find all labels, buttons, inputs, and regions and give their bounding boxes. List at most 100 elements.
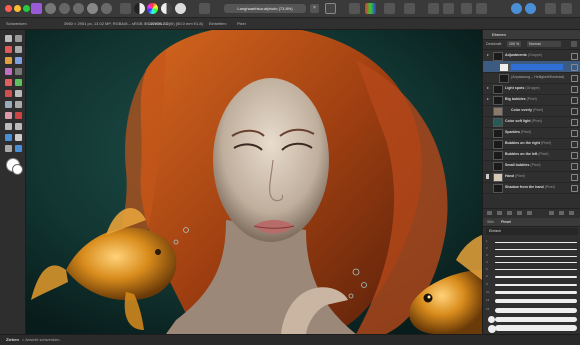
zoom-icon[interactable]	[511, 3, 522, 14]
brushes-tab[interactable]: Pinsel	[501, 218, 511, 226]
layer-settings-icon[interactable]	[571, 41, 577, 47]
arrange-icon[interactable]	[428, 3, 439, 14]
selection-brush-tool-icon[interactable]	[15, 57, 22, 64]
fill-tool-icon[interactable]	[15, 79, 22, 86]
boolean-ops-icon[interactable]	[476, 3, 487, 14]
shape-tool-icon[interactable]	[5, 134, 12, 141]
minimize-window-button[interactable]	[14, 5, 21, 12]
brush-preset[interactable]: 2	[483, 246, 580, 252]
layer-visibility-checkbox[interactable]	[571, 64, 578, 71]
layer-visibility-checkbox[interactable]	[571, 119, 578, 126]
clone-tool-icon[interactable]	[5, 101, 12, 108]
units-select[interactable]: Pixel	[237, 18, 246, 29]
layer-row[interactable]: Shadow from the hand (Pixel)	[483, 182, 580, 194]
levels-adjust-icon[interactable]	[134, 3, 145, 14]
dodge-tool-icon[interactable]	[15, 90, 22, 97]
view-tool-icon[interactable]	[15, 35, 22, 42]
brush-category-select[interactable]: Einfach	[486, 228, 578, 235]
erase-tool-icon[interactable]	[5, 79, 12, 86]
opacity-field[interactable]: 100 %	[507, 41, 522, 47]
document-title-tab[interactable]: Langhaarfrisur.afphoto (73.8%)	[224, 4, 306, 13]
layer-delete-icon[interactable]	[569, 211, 574, 215]
brush-preset[interactable]: 16	[483, 307, 580, 315]
flood-select-tool-icon[interactable]	[5, 68, 12, 75]
hand-tool-icon[interactable]	[15, 145, 22, 152]
layer-visibility-checkbox[interactable]	[571, 130, 578, 137]
move-tool-icon[interactable]	[5, 35, 12, 42]
layer-visibility-checkbox[interactable]	[571, 108, 578, 115]
align-icon[interactable]	[384, 3, 395, 14]
persona-develop-icon[interactable]	[73, 3, 84, 14]
color-picker-tool-icon[interactable]	[5, 46, 12, 53]
close-window-button[interactable]	[5, 5, 12, 12]
rgb-channels-icon[interactable]	[365, 3, 376, 14]
quick-mask-icon[interactable]	[325, 3, 336, 14]
brush-preset[interactable]	[483, 325, 580, 333]
red-eye-tool-icon[interactable]	[15, 112, 22, 119]
snapping-icon[interactable]	[461, 3, 472, 14]
layer-fx-icon[interactable]	[497, 211, 502, 215]
layer-visibility-checkbox[interactable]	[571, 53, 578, 60]
layer-new-icon[interactable]	[559, 211, 564, 215]
auto-white-balance-icon[interactable]	[175, 3, 186, 14]
layer-visibility-checkbox[interactable]	[571, 75, 578, 82]
disclosure-triangle-icon[interactable]	[487, 54, 489, 56]
layer-adjust-icon[interactable]	[517, 211, 522, 215]
document-tab-icon[interactable]	[199, 3, 210, 14]
inpainting-tool-icon[interactable]	[5, 112, 12, 119]
zoom-window-button[interactable]	[23, 5, 30, 12]
layer-visibility-checkbox[interactable]	[571, 185, 578, 192]
selection-mode-icon[interactable]	[349, 3, 360, 14]
brush-preset[interactable]: 4	[483, 260, 580, 266]
gradient-tool-icon[interactable]	[5, 90, 12, 97]
layer-group-icon[interactable]	[549, 211, 554, 215]
blend-mode-select[interactable]: Normal	[527, 41, 561, 47]
disclosure-triangle-icon[interactable]	[487, 87, 489, 89]
persona-tonemap-icon[interactable]	[87, 3, 98, 14]
document-canvas[interactable]	[26, 30, 482, 334]
persona-export-icon[interactable]	[101, 3, 112, 14]
brush-preset[interactable]: 10	[483, 290, 580, 297]
crop-tool-icon[interactable]	[15, 46, 22, 53]
brush-preset[interactable]	[483, 316, 580, 324]
close-document-button[interactable]: ×	[310, 4, 319, 13]
brush-preset[interactable]: 8	[483, 282, 580, 289]
arrange-back-icon[interactable]	[443, 3, 454, 14]
brush-preset[interactable]: 14	[483, 298, 580, 306]
zoom-tool-icon[interactable]	[5, 145, 12, 152]
disclosure-triangle-icon[interactable]	[487, 98, 489, 100]
layer-visibility-checkbox[interactable]	[571, 86, 578, 93]
studio-toggle-icon[interactable]	[545, 3, 556, 14]
styles-tab[interactable]: Stile	[487, 218, 494, 226]
auto-contrast-icon[interactable]	[161, 3, 172, 14]
paint-brush-tool-icon[interactable]	[5, 57, 12, 64]
smudge-tool-icon[interactable]	[15, 101, 22, 108]
pen-tool-icon[interactable]	[5, 123, 12, 130]
view-mode-icon[interactable]	[561, 3, 572, 14]
layer-name-edit-field[interactable]	[511, 64, 563, 71]
brush-preset[interactable]: 1	[483, 239, 580, 245]
brush-preset[interactable]: 6	[483, 274, 580, 280]
marquee-tool-icon[interactable]	[15, 68, 22, 75]
layer-live-filter-icon[interactable]	[527, 211, 532, 215]
layer-mask-icon[interactable]	[507, 211, 512, 215]
text-tool-icon[interactable]	[15, 134, 22, 141]
persona-photo-icon[interactable]	[45, 3, 56, 14]
color-wheel-icon[interactable]	[147, 3, 158, 14]
brush-preset[interactable]: 3	[483, 253, 580, 259]
layer-visibility-checkbox[interactable]	[571, 163, 578, 170]
assistant-icon[interactable]	[404, 3, 415, 14]
layer-visibility-checkbox[interactable]	[571, 141, 578, 148]
layer-thumbnail-icon	[493, 151, 503, 160]
node-tool-icon[interactable]	[15, 123, 22, 130]
layer-visibility-checkbox[interactable]	[571, 97, 578, 104]
layer-visibility-checkbox[interactable]	[571, 174, 578, 181]
persona-liquify-icon[interactable]	[59, 3, 70, 14]
view-tool-icon[interactable]	[120, 3, 131, 14]
background-color-swatch[interactable]	[12, 164, 23, 175]
layer-type: (Pixel)	[526, 97, 537, 101]
layer-add-icon[interactable]	[487, 211, 492, 215]
layer-visibility-checkbox[interactable]	[571, 152, 578, 159]
color-picker-icon[interactable]	[525, 3, 536, 14]
brush-preset[interactable]: 5	[483, 267, 580, 273]
